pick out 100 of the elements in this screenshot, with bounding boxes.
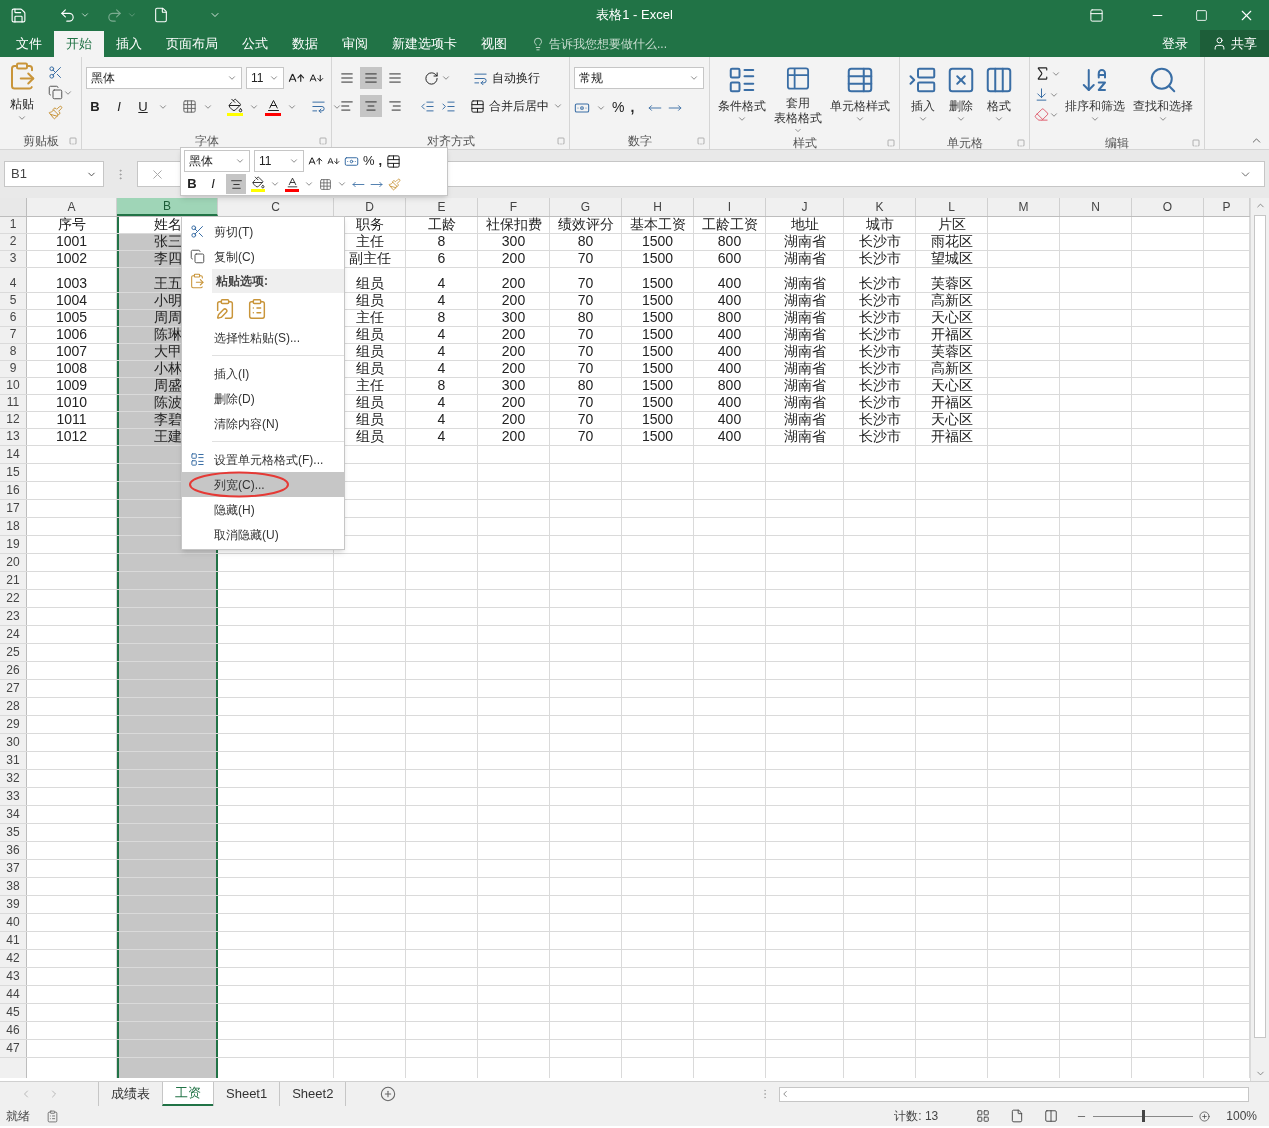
table-cell: 长沙市 xyxy=(858,326,901,343)
table-cell: 1010 xyxy=(55,394,88,411)
table-cell: 天心区 xyxy=(930,309,973,326)
table-cell: 序号 xyxy=(57,216,86,233)
table-cell: 基本工资 xyxy=(629,216,686,233)
table-cell: 200 xyxy=(501,411,526,428)
table-cell: 开福区 xyxy=(930,326,973,343)
table-cell: 70 xyxy=(577,428,594,445)
table-cell: 湖南省 xyxy=(783,377,826,394)
table-cell: 70 xyxy=(577,394,594,411)
table-cell: 开福区 xyxy=(930,394,973,411)
table-cell: 湖南省 xyxy=(783,411,826,428)
table-cell: 70 xyxy=(577,411,594,428)
table-cell: 芙蓉区 xyxy=(930,343,973,360)
table-cell: 组员 xyxy=(355,394,384,411)
table-cell: 职务 xyxy=(355,216,384,233)
table-cell: 80 xyxy=(577,377,594,394)
table-cell: 高新区 xyxy=(930,360,973,377)
table-cell: 4 xyxy=(437,411,446,428)
table-cell: 主任 xyxy=(355,377,384,394)
table-cell: 1500 xyxy=(641,411,674,428)
table-cell: 8 xyxy=(437,309,446,326)
group-label: 数字 xyxy=(627,133,652,150)
table-cell: 1500 xyxy=(641,250,674,267)
group-label: 单元格 xyxy=(946,135,983,152)
table-cell: 组员 xyxy=(355,360,384,377)
table-cell: 400 xyxy=(717,428,742,445)
table-cell: 湖南省 xyxy=(783,428,826,445)
table-cell: 70 xyxy=(577,292,594,309)
table-cell: 城市 xyxy=(865,216,894,233)
table-cell: 1500 xyxy=(641,377,674,394)
window-title: 表格1 - Excel xyxy=(596,7,673,23)
group-label: 样式 xyxy=(792,135,817,152)
table-cell: 200 xyxy=(501,394,526,411)
table-cell: 长沙市 xyxy=(858,309,901,326)
group-label: 字体 xyxy=(194,133,219,150)
table-cell: 天心区 xyxy=(930,411,973,428)
table-cell: 1001 xyxy=(55,233,88,250)
table-cell: 300 xyxy=(501,233,526,250)
table-cell: 4 xyxy=(437,428,446,445)
count-text: 计数: 13 xyxy=(894,1108,939,1125)
table-cell: 1004 xyxy=(55,292,88,309)
table-cell: 1003 xyxy=(55,275,88,292)
table-cell: 80 xyxy=(577,233,594,250)
table-cell: 芙蓉区 xyxy=(930,275,973,292)
table-cell: 片区 xyxy=(937,216,966,233)
table-cell: 长沙市 xyxy=(858,411,901,428)
table-cell: 200 xyxy=(501,292,526,309)
table-cell: 80 xyxy=(577,309,594,326)
table-cell: 1500 xyxy=(641,309,674,326)
table-cell: 400 xyxy=(717,360,742,377)
table-cell: 1500 xyxy=(641,275,674,292)
table-cell: 800 xyxy=(717,377,742,394)
table-cell: 1012 xyxy=(55,428,88,445)
group-label: 对齐方式 xyxy=(426,133,475,150)
table-cell: 湖南省 xyxy=(783,360,826,377)
table-cell: 1500 xyxy=(641,428,674,445)
table-cell: 400 xyxy=(717,292,742,309)
table-cell: 社保扣费 xyxy=(485,216,542,233)
group-label: 编辑 xyxy=(1105,135,1129,152)
table-cell: 长沙市 xyxy=(858,428,901,445)
table-cell: 长沙市 xyxy=(858,250,901,267)
table-cell: 长沙市 xyxy=(858,394,901,411)
table-cell: 主任 xyxy=(355,309,384,326)
table-cell: 200 xyxy=(501,343,526,360)
table-cell: 组员 xyxy=(355,343,384,360)
table-cell: 4 xyxy=(437,360,446,377)
table-cell: 开福区 xyxy=(930,428,973,445)
table-cell: 组员 xyxy=(355,326,384,343)
table-cell: 长沙市 xyxy=(858,360,901,377)
table-cell: 400 xyxy=(717,411,742,428)
table-cell: 组员 xyxy=(355,428,384,445)
table-cell: 200 xyxy=(501,428,526,445)
table-cell: 70 xyxy=(577,343,594,360)
table-cell: 望城区 xyxy=(930,250,973,267)
table-cell: 8 xyxy=(437,233,446,250)
table-cell: 200 xyxy=(501,250,526,267)
table-cell: 绩效评分 xyxy=(557,216,614,233)
table-cell: 天心区 xyxy=(930,377,973,394)
table-cell: 200 xyxy=(501,360,526,377)
table-cell: 湖南省 xyxy=(783,309,826,326)
table-cell: 4 xyxy=(437,292,446,309)
table-cell: 湖南省 xyxy=(783,343,826,360)
table-cell: 800 xyxy=(717,309,742,326)
table-cell: 1007 xyxy=(55,343,88,360)
table-cell: 600 xyxy=(717,250,742,267)
table-cell: 工龄工资 xyxy=(701,216,758,233)
table-cell: 1011 xyxy=(56,411,87,428)
status-text: 就绪 xyxy=(6,1108,30,1125)
table-cell: 副主任 xyxy=(348,250,391,267)
table-cell: 1500 xyxy=(641,326,674,343)
table-cell: 1500 xyxy=(641,360,674,377)
table-cell: 湖南省 xyxy=(783,275,826,292)
table-cell: 组员 xyxy=(355,292,384,309)
table-cell: 4 xyxy=(437,326,446,343)
table-cell: 长沙市 xyxy=(858,275,901,292)
table-cell: 70 xyxy=(577,360,594,377)
table-cell: 湖南省 xyxy=(783,394,826,411)
table-cell: 湖南省 xyxy=(783,326,826,343)
table-cell: 4 xyxy=(437,394,446,411)
